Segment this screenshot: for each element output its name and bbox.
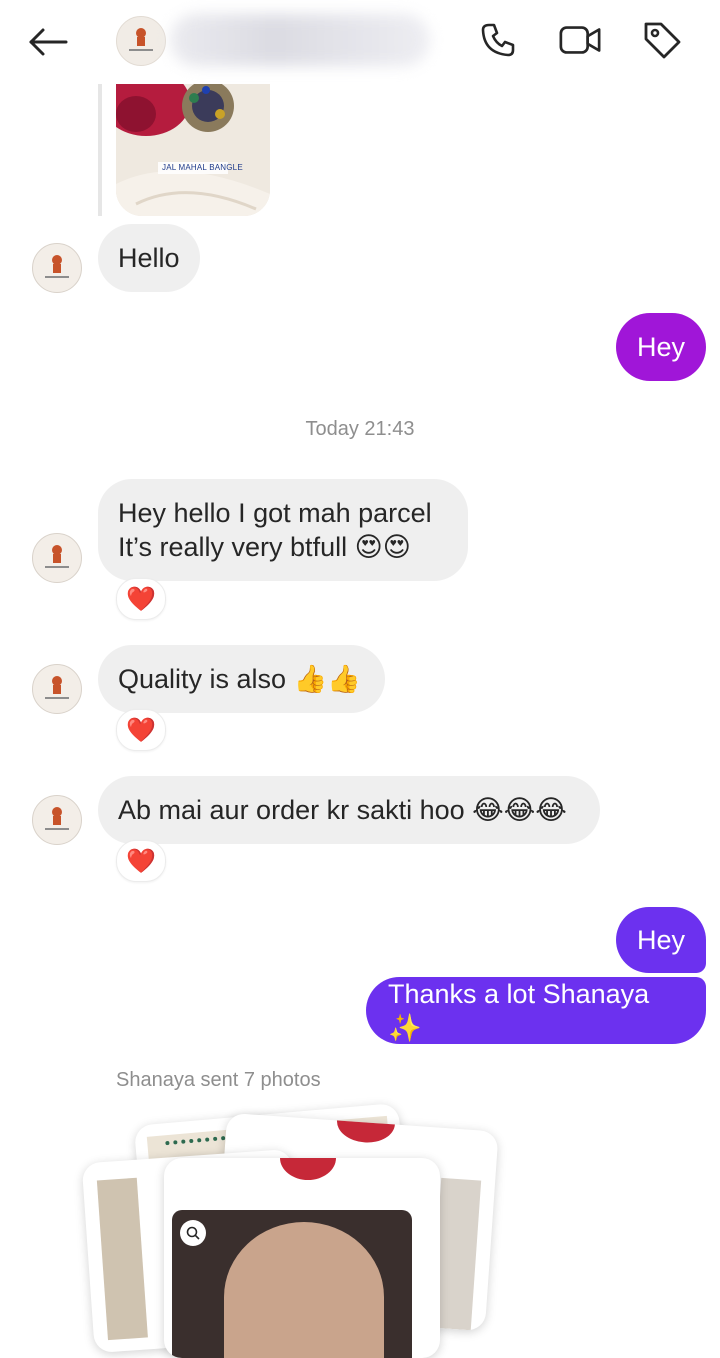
heart-reaction[interactable]: ❤️ xyxy=(116,840,166,882)
message-text: Quality is also 👍👍 xyxy=(118,664,361,694)
message-text-line-1: Hey hello I got mah parcel xyxy=(118,498,432,528)
message-text: Thanks a lot Shanaya ✨ xyxy=(388,978,650,1043)
heart-icon: ❤️ xyxy=(126,716,156,744)
audio-call-button[interactable] xyxy=(476,18,520,62)
zoom-icon[interactable] xyxy=(180,1220,206,1246)
contact-name-blurred[interactable] xyxy=(170,14,430,66)
video-call-button[interactable] xyxy=(558,18,602,62)
message-thread: JAL MAHAL BANGLE Hello Hey Today 21:43 H… xyxy=(0,0,720,1358)
sender-avatar[interactable] xyxy=(32,533,82,583)
arrow-left-icon xyxy=(29,28,68,56)
timestamp: Today 21:43 xyxy=(305,418,415,440)
chat-header xyxy=(0,0,720,84)
message-text: Ab mai aur order kr sakti hoo 😂😂😂 xyxy=(118,795,567,825)
heart-icon: ❤️ xyxy=(126,847,156,875)
photo-card-front[interactable] xyxy=(164,1158,440,1358)
message-text: Hey xyxy=(637,925,686,955)
heart-reaction[interactable]: ❤️ xyxy=(116,709,166,751)
message-bubble-incoming[interactable]: Ab mai aur order kr sakti hoo 😂😂😂 xyxy=(98,776,600,844)
message-text-line-2: It’s really very btfull 😍😍 xyxy=(118,532,411,562)
message-bubble-incoming[interactable]: Hello xyxy=(98,224,200,292)
message-text: Hello xyxy=(118,243,180,273)
message-bubble-outgoing[interactable]: Thanks a lot Shanaya ✨ xyxy=(366,977,706,1044)
sender-avatar[interactable] xyxy=(32,664,82,714)
message-bubble-incoming[interactable]: Quality is also 👍👍 xyxy=(98,645,385,713)
message-bubble-outgoing[interactable]: Hey xyxy=(616,907,706,973)
shared-post[interactable] xyxy=(98,84,102,216)
tag-icon xyxy=(644,22,681,59)
video-camera-icon xyxy=(559,26,601,54)
message-text: Hey xyxy=(637,332,686,362)
heart-icon: ❤️ xyxy=(126,585,156,613)
contact-avatar[interactable] xyxy=(116,16,166,66)
sender-avatar[interactable] xyxy=(32,243,82,293)
label-button[interactable] xyxy=(640,18,684,62)
back-button[interactable] xyxy=(26,20,70,64)
shared-post-caption: JAL MAHAL BANGLE xyxy=(162,163,243,172)
photos-sent-note: Shanaya sent 7 photos xyxy=(116,1069,321,1091)
heart-reaction[interactable]: ❤️ xyxy=(116,578,166,620)
message-bubble-incoming[interactable]: Hey hello I got mah parcel It’s really v… xyxy=(98,479,468,581)
sender-avatar[interactable] xyxy=(32,795,82,845)
shared-post-image[interactable]: JAL MAHAL BANGLE xyxy=(116,84,270,216)
photo-stack[interactable] xyxy=(80,1100,510,1358)
message-bubble-outgoing[interactable]: Hey xyxy=(616,313,706,381)
phone-icon xyxy=(481,23,515,57)
